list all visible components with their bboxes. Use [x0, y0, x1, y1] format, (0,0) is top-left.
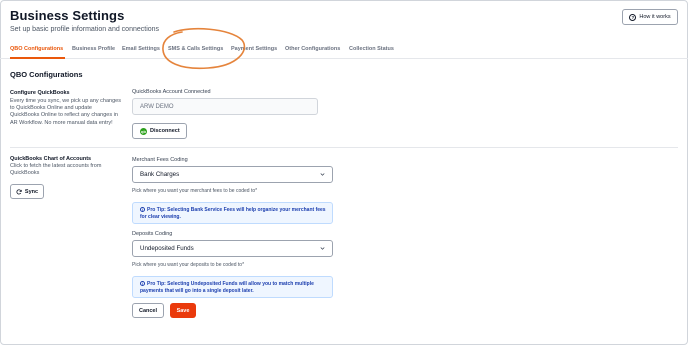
sync-button[interactable]: Sync [10, 184, 44, 199]
deposits-hint: Pick where you want your deposits to be … [132, 262, 245, 268]
tab-qbo-configurations[interactable]: QBO Configurations [10, 46, 72, 52]
refresh-icon [16, 188, 22, 194]
deposits-label: Deposits Coding [132, 231, 173, 237]
tabs-divider [0, 58, 688, 59]
how-it-works-label: How it works [639, 14, 671, 20]
cancel-button[interactable]: Cancel [132, 303, 164, 318]
tab-business-profile[interactable]: Business Profile [72, 46, 122, 52]
account-connected-value: ARW DEMO [140, 103, 174, 110]
deposits-tip-text: Pro Tip: Selecting Undeposited Funds wil… [140, 281, 314, 294]
merchant-fees-select[interactable]: Bank Charges [132, 166, 333, 183]
sync-label: Sync [24, 188, 39, 195]
configure-heading: Configure QuickBooks [10, 90, 70, 96]
chart-of-accounts-heading: QuickBooks Chart of Accounts [10, 156, 92, 162]
configure-description: Every time you sync, we pick up any chan… [10, 98, 121, 126]
save-button[interactable]: Save [170, 303, 196, 318]
section-divider [10, 147, 678, 148]
deposits-select[interactable]: Undeposited Funds [132, 240, 333, 257]
merchant-fees-tip: i Pro Tip: Selecting Bank Service Fees wi… [132, 202, 333, 224]
info-icon: i [140, 207, 145, 212]
page-title: Business Settings [10, 8, 125, 23]
merchant-fees-tip-text: Pro Tip: Selecting Bank Service Fees wil… [140, 207, 326, 220]
question-circle-icon: ? [629, 13, 637, 21]
info-icon: i [140, 281, 145, 286]
merchant-fees-label: Merchant Fees Coding [132, 157, 188, 163]
chevron-down-icon [320, 173, 325, 176]
merchant-fees-selected: Bank Charges [140, 171, 180, 178]
merchant-fees-hint: Pick where you want your merchant fees t… [132, 188, 258, 194]
configure-quickbooks-block: Configure QuickBooks Every time you sync… [10, 90, 122, 127]
page-subtitle: Set up basic profile information and con… [10, 26, 160, 33]
deposits-selected: Undeposited Funds [140, 245, 194, 252]
deposits-tip: i Pro Tip: Selecting Undeposited Funds wi… [132, 276, 333, 298]
tab-other-configurations[interactable]: Other Configurations [285, 46, 349, 52]
account-connected-label: QuickBooks Account Connected [132, 89, 211, 95]
account-connected-field: ARW DEMO [132, 98, 318, 115]
disconnect-label: Disconnect [150, 128, 180, 134]
quickbooks-logo-icon: qb [140, 127, 147, 135]
active-tab-indicator [10, 57, 65, 59]
annotation-circle [162, 27, 246, 70]
disconnect-button[interactable]: qb Disconnect [132, 123, 187, 139]
chart-of-accounts-description: Click to fetch the latest accounts from … [10, 163, 102, 177]
chevron-down-icon [320, 247, 325, 250]
tab-collection-status[interactable]: Collection Status [349, 46, 399, 52]
chart-of-accounts-block: QuickBooks Chart of Accounts Click to fe… [10, 156, 122, 177]
section-title: QBO Configurations [10, 70, 83, 79]
how-it-works-button[interactable]: ? How it works [622, 9, 678, 25]
